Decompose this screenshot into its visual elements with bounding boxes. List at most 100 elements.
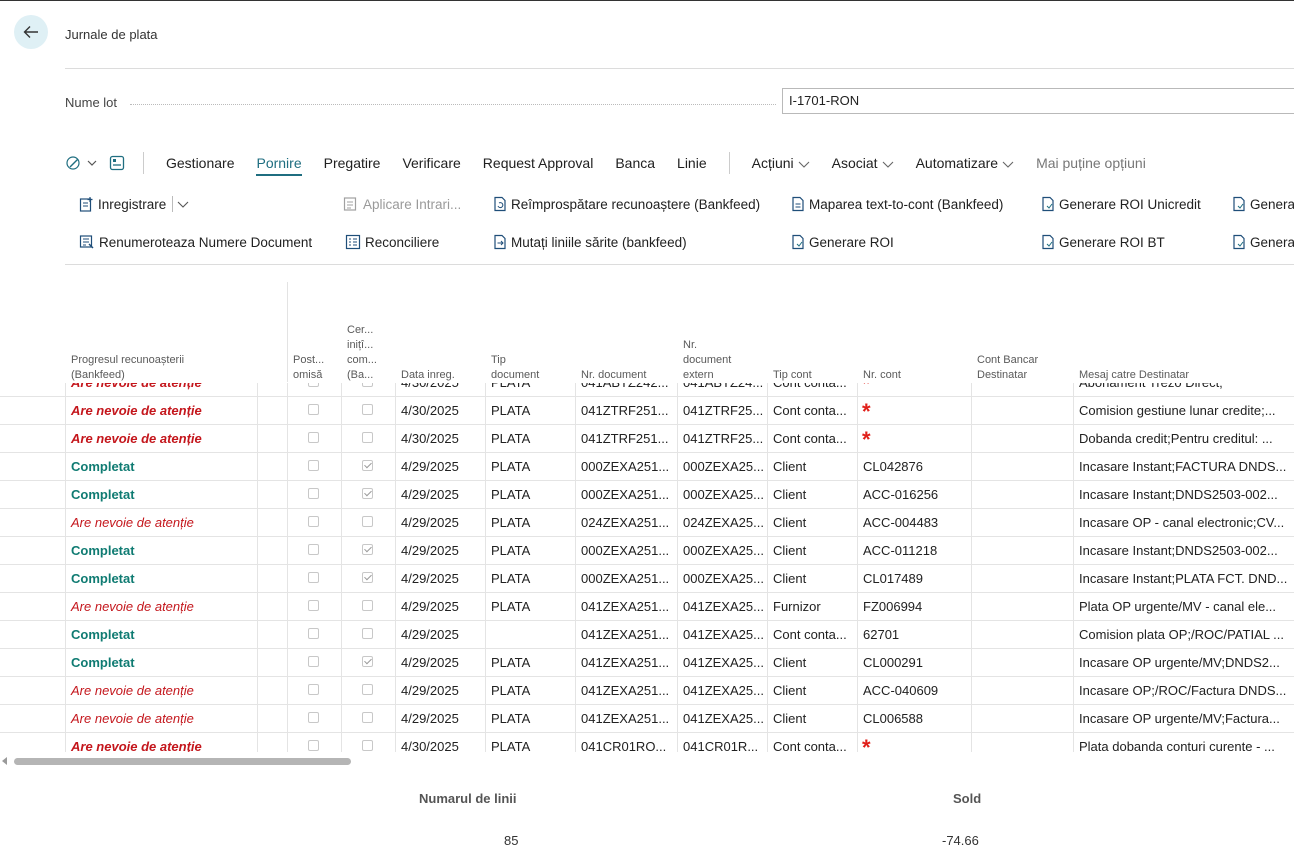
recognition-status[interactable]: Are nevoie de atenție — [65, 425, 257, 453]
cell-date[interactable]: 4/29/2025 — [395, 537, 485, 565]
cell-tip-cont[interactable]: Cont conta... — [767, 425, 857, 453]
aplicare-intrari-button[interactable]: Aplicare Intrari... — [343, 196, 461, 212]
request-initiated-checkbox[interactable] — [362, 460, 373, 471]
cell-mesaj[interactable]: Comision plata OP;/ROC/PATIAL ... — [1073, 621, 1294, 649]
cell-nr-doc[interactable]: 041ZEXA251... — [575, 593, 677, 621]
cell-nr-doc[interactable]: 041ZEXA251... — [575, 677, 677, 705]
cell-nr-doc[interactable]: 041ZEXA251... — [575, 649, 677, 677]
cell-tip[interactable]: PLATA — [485, 509, 575, 537]
cell-tip[interactable]: PLATA — [485, 453, 575, 481]
cell-nr-ext[interactable]: 000ZEXA25... — [677, 453, 767, 481]
renumeroteaza-button[interactable]: Renumeroteaza Numere Document — [79, 234, 312, 250]
required-field-icon[interactable]: * — [857, 425, 971, 453]
cell-nr-doc[interactable]: 041ZEXA251... — [575, 621, 677, 649]
cell-date[interactable]: 4/29/2025 — [395, 705, 485, 733]
col-header-nr-document[interactable]: Nr. document — [581, 368, 646, 383]
cell-nr-cont[interactable]: ACC-016256 — [857, 481, 971, 509]
cell-nr-cont[interactable]: CL017489 — [857, 565, 971, 593]
recognition-status[interactable]: Are nevoie de atenție — [65, 677, 257, 705]
request-initiated-checkbox[interactable] — [362, 600, 373, 611]
cell-date[interactable]: 4/29/2025 — [395, 677, 485, 705]
skipped-checkbox[interactable] — [308, 628, 319, 639]
cell-tip[interactable]: PLATA — [485, 537, 575, 565]
cell-nr-ext[interactable]: 041ZEXA25... — [677, 677, 767, 705]
cell-tip-cont[interactable]: Client — [767, 677, 857, 705]
cell-date[interactable]: 4/30/2025 — [395, 383, 485, 397]
cell-tip[interactable]: PLATA — [485, 733, 575, 752]
generare-roi-bt-button[interactable]: Generare ROI BT — [1041, 234, 1165, 250]
skipped-checkbox[interactable] — [308, 432, 319, 443]
table-row[interactable]: Are nevoie de atenție 4/30/2025 PLATA 041CR… — [0, 733, 1294, 752]
request-initiated-checkbox[interactable] — [362, 740, 373, 751]
request-initiated-checkbox[interactable] — [362, 656, 373, 667]
recognition-status[interactable]: Are nevoie de atenție — [65, 733, 257, 752]
skipped-checkbox[interactable] — [308, 572, 319, 583]
cell-mesaj[interactable]: Dobanda credit;Pentru creditul: ... — [1073, 425, 1294, 453]
request-initiated-checkbox[interactable] — [362, 488, 373, 499]
col-header-data-inreg[interactable]: Data inreg. — [401, 368, 455, 383]
cell-tip[interactable]: PLATA — [485, 397, 575, 425]
request-initiated-checkbox[interactable] — [362, 544, 373, 555]
cell-nr-doc[interactable]: 041ZEXA251... — [575, 705, 677, 733]
cell-nr-doc[interactable]: 024ZEXA251... — [575, 509, 677, 537]
cell-nr-ext[interactable]: 041ABTZ24... — [677, 383, 767, 397]
cell-date[interactable]: 4/30/2025 — [395, 733, 485, 752]
cell-nr-cont[interactable]: CL042876 — [857, 453, 971, 481]
cell-tip[interactable]: PLATA — [485, 649, 575, 677]
recognition-status[interactable]: Completat — [65, 481, 257, 509]
cell-nr-ext[interactable]: 041ZEXA25... — [677, 649, 767, 677]
skipped-checkbox[interactable] — [308, 712, 319, 723]
mutati-liniile-button[interactable]: Mutați liniile sărite (bankfeed) — [493, 234, 687, 250]
cell-nr-ext[interactable]: 024ZEXA25... — [677, 509, 767, 537]
table-row[interactable]: Completat 4/29/2025 041ZEXA251... 041ZEXA25… — [0, 621, 1294, 649]
recognition-status[interactable]: Completat — [65, 649, 257, 677]
cell-mesaj[interactable]: Incasare Instant;DNDS2503-002... — [1073, 481, 1294, 509]
cell-mesaj[interactable]: Incasare OP urgente/MV;DNDS2... — [1073, 649, 1294, 677]
cell-tip-cont[interactable]: Client — [767, 509, 857, 537]
cell-nr-cont[interactable]: ACC-004483 — [857, 509, 971, 537]
recognition-status[interactable]: Are nevoie de atenție — [65, 383, 257, 397]
table-row[interactable]: Completat 4/29/2025 PLATA 041ZEXA251... 041Z… — [0, 649, 1294, 677]
tab-verificare[interactable]: Verificare — [402, 155, 460, 171]
cell-date[interactable]: 4/29/2025 — [395, 481, 485, 509]
back-button[interactable] — [14, 15, 48, 49]
col-header-mesaj[interactable]: Mesaj catre Destinatar — [1079, 368, 1189, 383]
table-row[interactable]: Completat 4/29/2025 PLATA 000ZEXA251... 000Z… — [0, 481, 1294, 509]
table-row[interactable]: Are nevoie de atenție 4/29/2025 PLATA 041ZE… — [0, 705, 1294, 733]
cell-date[interactable]: 4/30/2025 — [395, 397, 485, 425]
recognition-status[interactable]: Are nevoie de atenție — [65, 509, 257, 537]
skipped-checkbox[interactable] — [308, 740, 319, 751]
cell-mesaj[interactable]: Incasare Instant;DNDS2503-002... — [1073, 537, 1294, 565]
cell-tip[interactable]: PLATA — [485, 565, 575, 593]
table-row[interactable]: Completat 4/29/2025 PLATA 000ZEXA251... 000Z… — [0, 565, 1294, 593]
cell-nr-doc[interactable]: 041ZTRF251... — [575, 397, 677, 425]
reconciliere-button[interactable]: Reconciliere — [345, 234, 439, 250]
cell-mesaj[interactable]: Incasare Instant;FACTURA DNDS... — [1073, 453, 1294, 481]
col-header-tip-cont[interactable]: Tip cont — [773, 368, 812, 383]
cell-nr-doc[interactable]: 041ZTRF251... — [575, 425, 677, 453]
genera-button-2[interactable]: Genera — [1232, 234, 1294, 250]
skipped-checkbox[interactable] — [308, 544, 319, 555]
cell-tip-cont[interactable]: Client — [767, 481, 857, 509]
table-row[interactable]: Are nevoie de atenție 4/29/2025 PLATA 024ZE… — [0, 509, 1294, 537]
table-row[interactable]: Completat 4/29/2025 PLATA 000ZEXA251... 000Z… — [0, 537, 1294, 565]
required-field-icon[interactable]: * — [857, 397, 971, 425]
scrollbar-thumb[interactable] — [14, 758, 351, 765]
tab-request-approval[interactable]: Request Approval — [483, 155, 594, 171]
cell-date[interactable]: 4/30/2025 — [395, 425, 485, 453]
cell-tip-cont[interactable]: Cont conta... — [767, 621, 857, 649]
recognition-status[interactable]: Completat — [65, 453, 257, 481]
cell-tip[interactable]: PLATA — [485, 481, 575, 509]
skipped-checkbox[interactable] — [308, 516, 319, 527]
recognition-status[interactable]: Completat — [65, 537, 257, 565]
cell-nr-cont[interactable]: ACC-011218 — [857, 537, 971, 565]
col-header-nr-cont[interactable]: Nr. cont — [863, 368, 901, 383]
cell-nr-doc[interactable]: 000ZEXA251... — [575, 481, 677, 509]
cell-tip-cont[interactable]: Client — [767, 453, 857, 481]
cell-nr-ext[interactable]: 041ZTRF25... — [677, 397, 767, 425]
cell-nr-cont[interactable]: CL006588 — [857, 705, 971, 733]
cell-mesaj[interactable]: Incasare OP;/ROC/Factura DNDS... — [1073, 677, 1294, 705]
reimprospatare-button[interactable]: Reîmprospătare recunoaștere (Bankfeed) — [493, 196, 760, 212]
cell-date[interactable]: 4/29/2025 — [395, 621, 485, 649]
cell-tip-cont[interactable]: Client — [767, 565, 857, 593]
